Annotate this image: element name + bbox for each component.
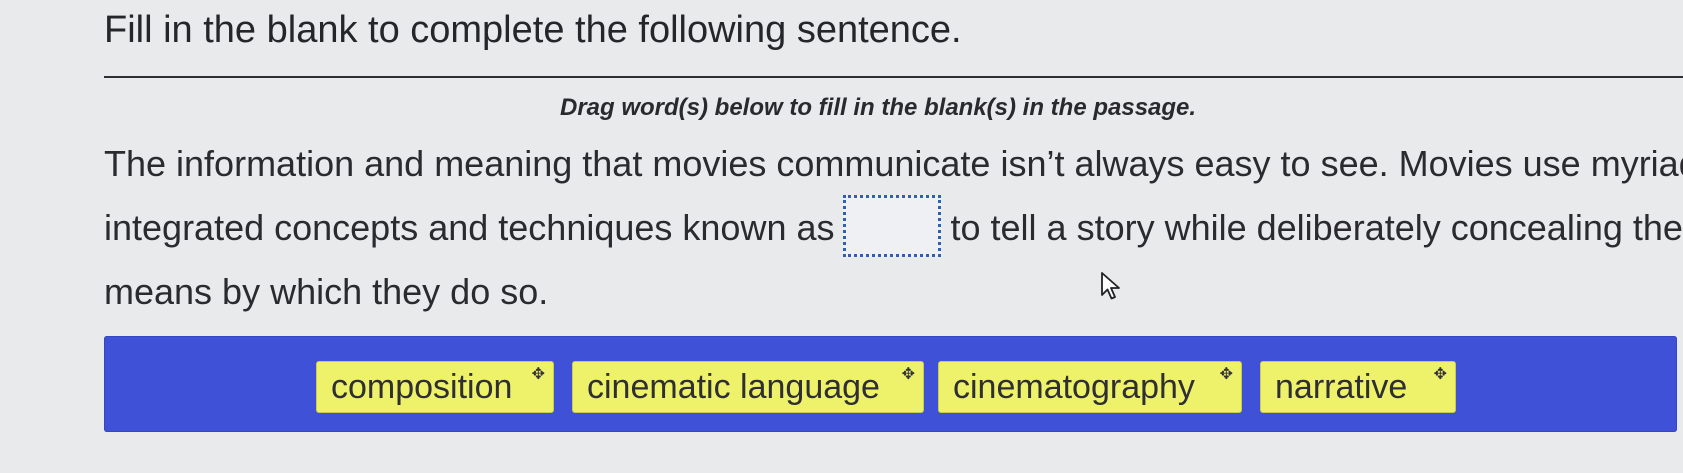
passage: The information and meaning that movies … <box>104 132 1683 324</box>
word-chip-composition[interactable]: composition ✥ <box>316 361 554 413</box>
mouse-pointer-icon <box>1101 272 1120 300</box>
word-chip-label: cinematography <box>953 368 1195 406</box>
word-chip-cinematography[interactable]: cinematography ✥ <box>938 361 1242 413</box>
word-chip-label: composition <box>331 368 513 406</box>
passage-line-1: The information and meaning that movies … <box>104 143 1683 184</box>
drag-instruction: Drag word(s) below to fill in the blank(… <box>560 94 1197 121</box>
passage-text-before-blank: integrated concepts and techniques known… <box>104 207 835 248</box>
question-title: Fill in the blank to complete the follow… <box>104 9 962 51</box>
passage-line-3: means by which they do so. <box>104 271 549 312</box>
word-bank: composition ✥ cinematic language ✥ cinem… <box>104 336 1677 432</box>
word-chip-narrative[interactable]: narrative ✥ <box>1260 361 1456 413</box>
title-divider <box>104 76 1683 78</box>
word-chip-label: narrative <box>1275 368 1408 406</box>
move-icon: ✥ <box>901 366 915 383</box>
passage-text-after-blank: to tell a story while deliberately conce… <box>950 207 1683 248</box>
word-chip-cinematic-language[interactable]: cinematic language ✥ <box>572 361 924 413</box>
word-chip-label: cinematic language <box>587 368 880 406</box>
move-icon: ✥ <box>1433 366 1447 383</box>
passage-line-2: integrated concepts and techniques known… <box>104 195 1683 260</box>
move-icon: ✥ <box>531 366 545 383</box>
move-icon: ✥ <box>1219 366 1233 383</box>
blank-drop-target[interactable] <box>842 195 941 258</box>
